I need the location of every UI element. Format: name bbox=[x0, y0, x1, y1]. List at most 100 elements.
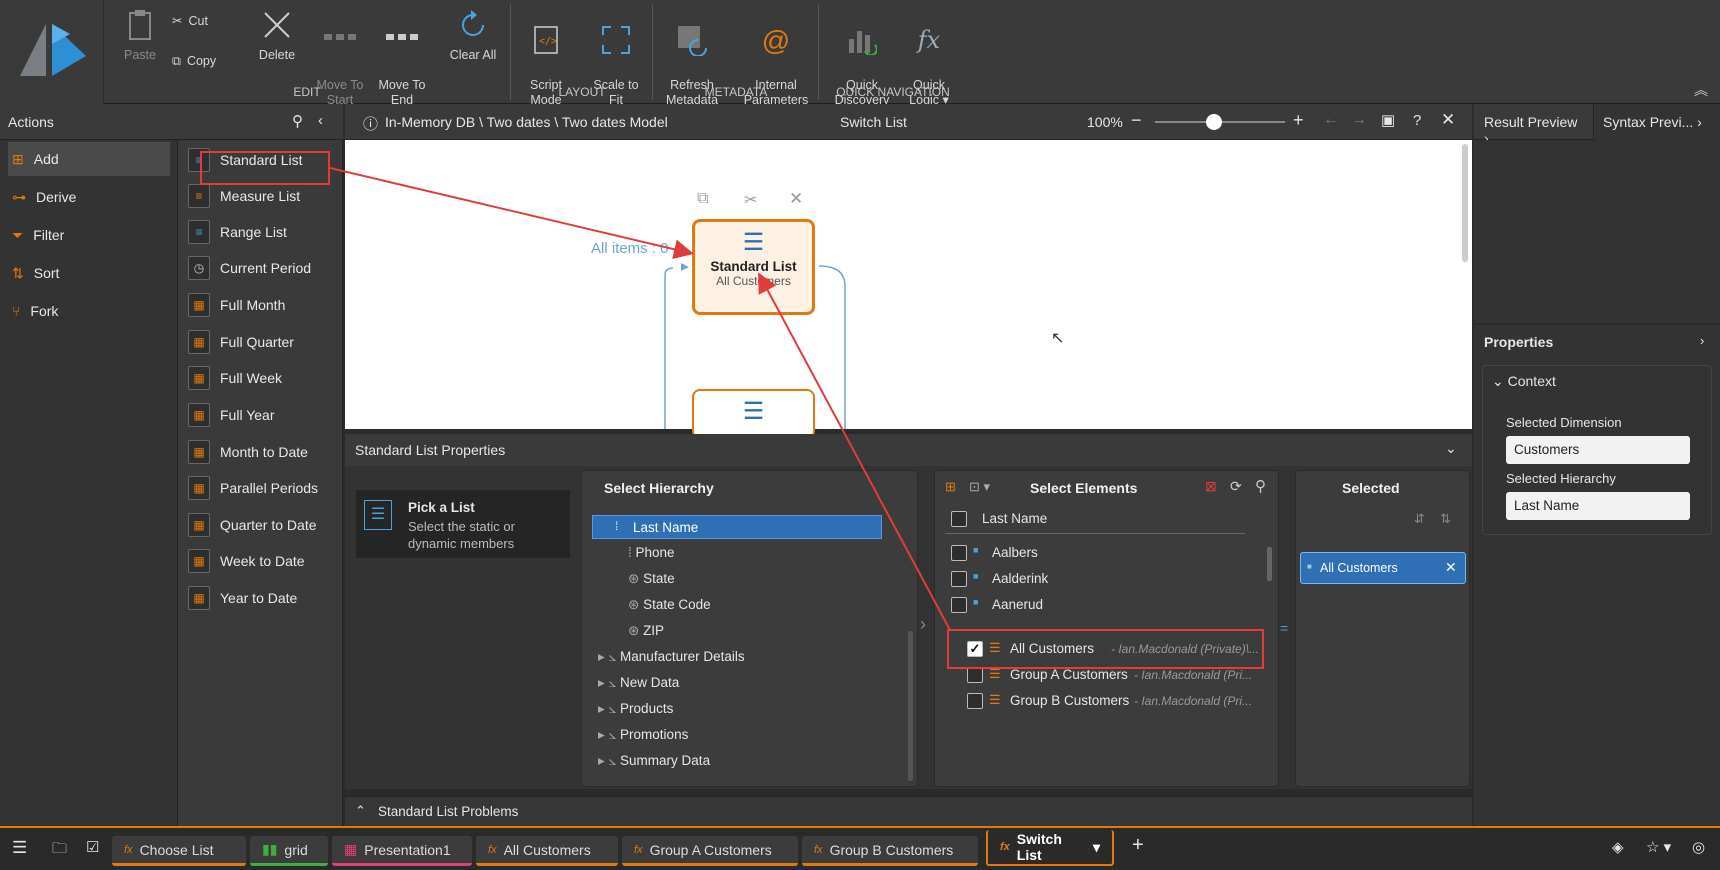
hierarchy-item-selected[interactable]: Last Name ⁞ bbox=[592, 515, 882, 539]
hierarchy-item[interactable]: ⊛ State Code bbox=[628, 597, 711, 613]
chevron-right-icon[interactable]: › bbox=[920, 614, 926, 635]
sort-selected-icon[interactable]: ⇵ bbox=[1414, 511, 1425, 527]
zoom-in-button[interactable]: + bbox=[1293, 110, 1304, 131]
tab-group-b-customers[interactable]: fx Group B Customers bbox=[802, 836, 978, 866]
cut-button[interactable]: ✂ Cut bbox=[172, 14, 232, 29]
taskbar: ☰ 🗀 ☑ fx Choose List ▮▮ grid ▦ Presentation… bbox=[0, 826, 1720, 870]
element-label: Aanerud bbox=[992, 597, 1044, 612]
tab-choose-list[interactable]: fx Choose List bbox=[112, 836, 246, 866]
pick-a-list-card[interactable]: ☰ Pick a List Select the static or dynam… bbox=[356, 490, 570, 558]
action-add[interactable]: ⊞ Add bbox=[8, 142, 170, 176]
list-type-full-quarter[interactable]: ▦ Full Quarter bbox=[188, 325, 338, 359]
hierarchy-scrollbar[interactable] bbox=[908, 631, 913, 781]
add-tab-icon[interactable]: + bbox=[1132, 834, 1144, 857]
tab-switch-list[interactable]: fx Switch List ▾ bbox=[986, 830, 1114, 866]
hierarchy-group[interactable]: ▸ ⦣ Manufacturer Details bbox=[598, 649, 745, 665]
chevron-left-icon[interactable]: ‹ bbox=[318, 112, 323, 129]
close-icon[interactable]: ✕ bbox=[1441, 110, 1455, 130]
element-checkbox[interactable] bbox=[951, 545, 967, 561]
element-checkbox[interactable] bbox=[951, 571, 967, 587]
list-checkbox[interactable] bbox=[967, 667, 983, 683]
tab-result-preview[interactable]: Result Preview › bbox=[1474, 104, 1594, 146]
collapse-ribbon-icon[interactable]: ︽ bbox=[1694, 80, 1708, 100]
canvas-scrollbar[interactable] bbox=[1462, 144, 1468, 262]
search-icon[interactable]: ⚲ bbox=[292, 112, 303, 130]
save-icon[interactable]: ▣ bbox=[1381, 111, 1395, 129]
remove-icon[interactable]: ✕ bbox=[1445, 559, 1457, 576]
action-filter[interactable]: ⏷ Filter bbox=[8, 218, 170, 252]
refresh-icon[interactable]: ⟳ bbox=[1230, 478, 1242, 495]
delete-node-icon[interactable]: ✕ bbox=[789, 189, 803, 209]
clear-all-button[interactable]: Clear All bbox=[446, 8, 500, 63]
properties-header[interactable]: Standard List Properties ⌄ bbox=[345, 434, 1472, 466]
tab-presentation1[interactable]: ▦ Presentation1 bbox=[332, 836, 472, 866]
context-toggle[interactable]: ⌄ Context bbox=[1492, 373, 1556, 390]
zoom-slider-handle[interactable] bbox=[1205, 114, 1222, 130]
list-node[interactable]: ☰ bbox=[692, 389, 815, 439]
select-all-checkbox[interactable] bbox=[951, 511, 967, 527]
standard-list-node[interactable]: ☰ Standard List All Customers bbox=[692, 219, 815, 315]
list-type-full-year[interactable]: ▦ Full Year bbox=[188, 398, 338, 432]
hierarchy-group[interactable]: ▸ ⦣ Promotions bbox=[598, 727, 688, 743]
list-type-month-to-date[interactable]: ▦ Month to Date bbox=[188, 435, 338, 469]
order-icon[interactable]: ⇅ bbox=[1440, 511, 1451, 527]
delete-button[interactable]: Delete bbox=[252, 8, 302, 63]
elements-scrollbar[interactable] bbox=[1267, 547, 1272, 581]
member-icon[interactable]: ⊞ bbox=[945, 479, 956, 495]
cut-node-icon[interactable]: ✂ bbox=[744, 190, 757, 210]
list-checkbox[interactable] bbox=[967, 693, 983, 709]
zoom-out-button[interactable]: − bbox=[1131, 110, 1142, 131]
list-type-week-to-date[interactable]: ▦ Week to Date bbox=[188, 544, 338, 578]
svg-text:</>: </> bbox=[539, 36, 557, 47]
list-owner: - Ian.Macdonald (Pri... bbox=[1134, 694, 1253, 708]
zoom-slider[interactable] bbox=[1155, 114, 1285, 130]
forward-arrow-icon[interactable]: → bbox=[1351, 111, 1367, 129]
clear-selection-icon[interactable]: ⊠ bbox=[1205, 478, 1217, 495]
checklist-icon[interactable]: ☑ bbox=[86, 838, 99, 856]
back-arrow-icon[interactable]: ← bbox=[1323, 111, 1339, 129]
settings-icon[interactable]: ◎ bbox=[1692, 838, 1705, 856]
problems-bar[interactable]: ⌃ Standard List Problems bbox=[345, 796, 1472, 826]
list-type-full-month[interactable]: ▦ Full Month bbox=[188, 288, 338, 322]
logic-canvas[interactable]: All items : 0 ⧉ ✂ ✕ ☰ Standard List All … bbox=[345, 140, 1472, 439]
chevron-down-icon[interactable]: ▾ bbox=[1093, 839, 1100, 856]
app-logo[interactable] bbox=[0, 0, 104, 104]
copy-button[interactable]: ⧉ Copy bbox=[172, 54, 232, 69]
formula-icon[interactable]: ⊡ ▾ bbox=[969, 479, 990, 495]
hierarchy-item[interactable]: ⁞ Phone bbox=[628, 545, 675, 560]
tab-group-a-customers[interactable]: fx Group A Customers bbox=[622, 836, 798, 866]
list-type-quarter-to-date[interactable]: ▦ Quarter to Date bbox=[188, 508, 338, 542]
action-sort[interactable]: ⇅ Sort bbox=[8, 256, 170, 290]
discovery-icon bbox=[845, 23, 879, 57]
search-icon[interactable]: ⚲ bbox=[1255, 477, 1266, 495]
action-fork[interactable]: ⑂ Fork bbox=[8, 294, 170, 328]
list-type-current-period[interactable]: ◷ Current Period bbox=[188, 251, 338, 285]
chevron-right-icon[interactable]: › bbox=[1700, 333, 1704, 348]
selected-chip[interactable]: ■ All Customers ✕ bbox=[1300, 552, 1466, 584]
tab-syntax-preview[interactable]: Syntax Previ... › bbox=[1595, 104, 1720, 140]
hierarchy-group[interactable]: ▸ ⦣ Products bbox=[598, 701, 673, 717]
layers-icon[interactable]: ◈ bbox=[1612, 838, 1624, 856]
pin-icon[interactable]: ☆ ▾ bbox=[1646, 838, 1671, 856]
hierarchy-group[interactable]: ▸ ⦣ Summary Data bbox=[598, 753, 710, 769]
help-icon[interactable]: ? bbox=[1413, 112, 1421, 129]
open-folder-icon[interactable]: 🗀 bbox=[52, 838, 67, 863]
action-derive[interactable]: ⊶ Derive bbox=[8, 180, 170, 214]
list-type-range[interactable]: ≡ Range List bbox=[188, 215, 338, 249]
chevron-down-icon[interactable]: ⌄ bbox=[1445, 440, 1457, 457]
hierarchy-item[interactable]: ⊛ State bbox=[628, 571, 675, 587]
level-icon: ⁞ bbox=[615, 519, 619, 533]
hierarchy-item[interactable]: ⊛ ZIP bbox=[628, 623, 664, 639]
elements-title: Select Elements bbox=[1030, 480, 1138, 496]
list-type-parallel-periods[interactable]: ▦ Parallel Periods bbox=[188, 471, 338, 505]
paste-button[interactable]: Paste bbox=[118, 8, 162, 63]
copy-node-icon[interactable]: ⧉ bbox=[697, 190, 708, 208]
tab-grid[interactable]: ▮▮ grid bbox=[250, 836, 328, 866]
menu-icon[interactable]: ☰ bbox=[12, 838, 27, 858]
list-type-full-week[interactable]: ▦ Full Week bbox=[188, 361, 338, 395]
hierarchy-group[interactable]: ▸ ⦣ New Data bbox=[598, 675, 679, 691]
info-icon[interactable]: ⓘ bbox=[363, 113, 378, 134]
element-checkbox[interactable] bbox=[951, 597, 967, 613]
list-type-year-to-date[interactable]: ▦ Year to Date bbox=[188, 581, 338, 615]
tab-all-customers[interactable]: fx All Customers bbox=[476, 836, 618, 866]
